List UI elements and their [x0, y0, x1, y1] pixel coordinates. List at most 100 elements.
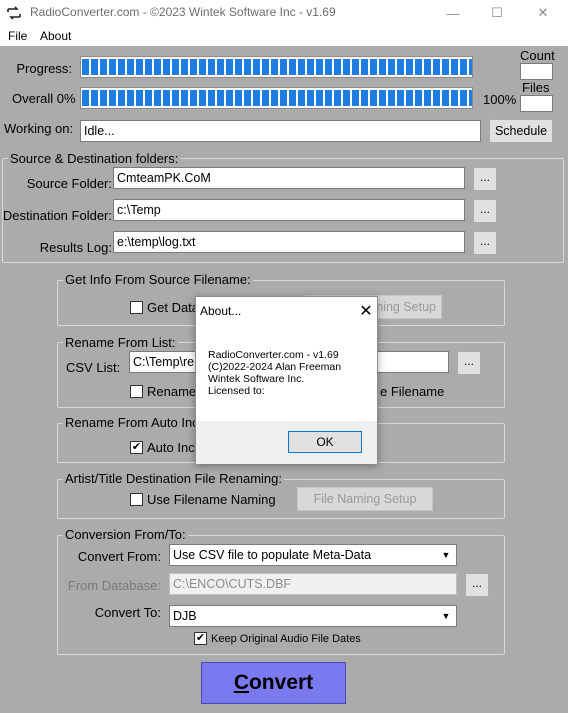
csv-browse-button[interactable]: ... [457, 351, 481, 375]
progress-segment [379, 59, 386, 75]
schedule-button[interactable]: Schedule [489, 119, 553, 143]
destination-folder-input[interactable]: c:\Temp [113, 199, 465, 221]
file-naming-setup-button[interactable]: File Naming Setup [297, 487, 433, 511]
progress-segment [163, 59, 170, 75]
progress-segment [262, 59, 269, 75]
progress-segment [415, 59, 422, 75]
convert-to-label: Convert To: [94, 605, 161, 620]
overall-label: Overall 0% [12, 91, 76, 106]
results-log-label: Results Log: [39, 240, 112, 255]
conversion-group-title: Conversion From/To: [63, 527, 188, 542]
get-data-checkbox[interactable] [130, 301, 143, 314]
title-bar: RadioConverter.com - ©2023 Wintek Softwa… [0, 0, 568, 26]
progress-segment [451, 59, 458, 75]
progress-segment [109, 59, 116, 75]
progress-segment [352, 90, 359, 106]
progress-segment [280, 59, 287, 75]
convert-from-label: Convert From: [77, 549, 161, 564]
progress-segment [307, 59, 314, 75]
working-on-label: Working on: [4, 121, 74, 136]
progress-segment [289, 90, 296, 106]
progress-segment [226, 90, 233, 106]
progress-segment [226, 59, 233, 75]
progress-segment [379, 90, 386, 106]
progress-segment [442, 59, 449, 75]
progress-segment [253, 59, 260, 75]
rename-filename-label: e Filename [380, 384, 445, 399]
progress-segment [217, 59, 224, 75]
progress-segment [370, 90, 377, 106]
folders-group-title: Source & Destination folders: [8, 151, 181, 166]
app-icon [7, 6, 21, 20]
chevron-down-icon: ▼ [441, 611, 451, 621]
source-folder-label: Source Folder: [26, 176, 112, 191]
progress-segment [82, 90, 89, 106]
progress-segment [442, 90, 449, 106]
progress-segment [208, 59, 215, 75]
maximize-button[interactable]: ☐ [474, 0, 520, 26]
results-log-browse-button[interactable]: ... [473, 231, 497, 255]
progress-segment [316, 90, 323, 106]
progress-segment [172, 59, 179, 75]
database-browse-button[interactable]: ... [465, 573, 489, 597]
progress-segment [244, 90, 251, 106]
auto-inc-checkbox[interactable]: ✔ [130, 441, 143, 454]
progress-segment [334, 59, 341, 75]
results-log-input[interactable]: e:\temp\log.txt [113, 231, 465, 253]
count-field [520, 63, 553, 80]
overall-max-label: 100% [483, 92, 517, 107]
convert-label-rest: onvert [248, 671, 314, 694]
progress-segment [424, 90, 431, 106]
artist-title-group-title: Artist/Title Destination File Renaming: [63, 471, 284, 486]
progress-segment [460, 90, 467, 106]
progress-segment [271, 90, 278, 106]
keep-dates-checkbox[interactable]: ✔ [194, 632, 207, 645]
progress-segment [271, 59, 278, 75]
overall-progress-bar [80, 87, 473, 109]
source-browse-button[interactable]: ... [473, 167, 497, 191]
files-field [520, 95, 553, 112]
minimize-button[interactable]: — [430, 0, 476, 26]
progress-segment [118, 90, 125, 106]
progress-segment [334, 90, 341, 106]
window-title: RadioConverter.com - ©2023 Wintek Softwa… [30, 5, 336, 19]
convert-to-select[interactable]: DJB ▼ [169, 605, 457, 627]
ok-button[interactable]: OK [288, 431, 362, 453]
convert-accel-char: C [233, 671, 249, 694]
progress-segment [145, 59, 152, 75]
about-dialog: About... ✕ RadioConverter.com - v1.69 (C… [195, 296, 378, 464]
convert-button[interactable]: Convert [201, 662, 346, 704]
progress-segment [109, 90, 116, 106]
keep-dates-label: Keep Original Audio File Dates [211, 633, 361, 645]
progress-segment [451, 90, 458, 106]
close-button[interactable]: ✕ [520, 0, 566, 26]
use-filename-naming-checkbox[interactable] [130, 493, 143, 506]
maximize-icon: ☐ [491, 5, 503, 20]
progress-segment [190, 90, 197, 106]
progress-segment [127, 59, 134, 75]
progress-segment [163, 90, 170, 106]
rename-list-group-title: Rename From List: [63, 335, 178, 350]
rename-checkbox[interactable] [130, 385, 143, 398]
progress-segment [415, 90, 422, 106]
rename-label: Rename [147, 384, 197, 399]
progress-segment [361, 59, 368, 75]
progress-segment [280, 90, 287, 106]
progress-segment [262, 90, 269, 106]
about-close-button[interactable]: ✕ [355, 300, 377, 322]
from-database-label: From Database: [67, 578, 161, 593]
progress-segment [298, 90, 305, 106]
auto-inc-label: Auto Inc [147, 440, 195, 455]
source-folder-input[interactable]: CmteamPK.CoM [113, 167, 465, 189]
menu-file[interactable]: File [8, 29, 27, 43]
progress-segment [343, 59, 350, 75]
progress-segment [370, 59, 377, 75]
from-database-input[interactable]: C:\ENCO\CUTS.DBF [169, 573, 457, 595]
close-icon: ✕ [537, 5, 549, 20]
destination-browse-button[interactable]: ... [473, 199, 497, 223]
progress-segment [136, 90, 143, 106]
convert-from-select[interactable]: Use CSV file to populate Meta-Data ▼ [169, 544, 457, 566]
progress-label: Progress: [16, 61, 72, 76]
menu-about[interactable]: About [40, 29, 71, 43]
progress-segment [406, 59, 413, 75]
